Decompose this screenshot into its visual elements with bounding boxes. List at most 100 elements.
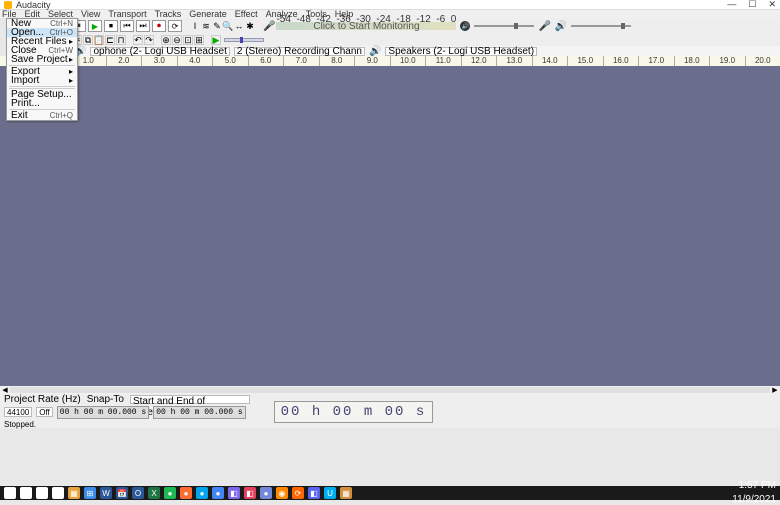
draw-tool-icon[interactable]: ✎ [212,21,222,31]
timeline-ruler[interactable]: 1.02.03.04.05.06.07.08.09.010.011.012.01… [0,56,780,66]
zoom-tool-icon[interactable]: 🔍 [223,21,233,31]
audio-position-time[interactable]: 00 h 00 m 00 s [274,401,434,423]
zoom-out-button[interactable]: ⊖ [172,35,182,45]
play-button[interactable]: ▶ [88,20,102,32]
redo-button[interactable]: ↷ [144,35,154,45]
taskbar-app[interactable]: O [132,487,144,499]
app-icon [4,1,12,9]
multi-tool-icon[interactable]: ✱ [245,21,255,31]
taskbar-app[interactable]: ● [180,487,192,499]
ruler-tick: 4.0 [177,56,213,66]
rec-volume-slider[interactable] [474,25,534,27]
envelope-tool-icon[interactable]: ≋ [201,21,211,31]
taskbar-app[interactable]: ▦ [68,487,80,499]
skip-start-button[interactable]: ⏮ [120,20,134,32]
snap-to-label: Snap-To [87,394,124,405]
menu-view[interactable]: View [81,9,100,19]
taskbar-app[interactable]: ◧ [244,487,256,499]
file-menu-item-import[interactable]: Import▸ [7,76,77,85]
ruler-tick: 10.0 [390,56,426,66]
taskbar-app[interactable]: ○ [20,487,32,499]
track-canvas[interactable] [0,66,780,386]
ruler-tick: 15.0 [567,56,603,66]
copy-button[interactable]: ⧉ [83,35,93,45]
ruler-tick: 8.0 [319,56,355,66]
trim-button[interactable]: ⊏ [105,35,115,45]
taskbar-app[interactable]: ● [196,487,208,499]
file-menu-item-exit[interactable]: ExitCtrl+Q [7,111,77,120]
minimize-button[interactable]: — [727,0,736,10]
menu-effect[interactable]: Effect [235,9,258,19]
menu-tracks[interactable]: Tracks [155,9,182,19]
taskbar-app[interactable]: ✉ [52,487,64,499]
spk-icon: 🔊 [555,21,567,32]
taskbar-app[interactable]: ⊞ [84,487,96,499]
ruler-tick: 20.0 [745,56,780,66]
play-at-speed-button[interactable]: ▶ [211,35,221,45]
zoom-fit-button[interactable]: ⊡ [183,35,193,45]
zoom-in-button[interactable]: ⊕ [161,35,171,45]
taskbar-app[interactable]: ● [260,487,272,499]
close-button[interactable]: ✕ [768,0,776,10]
zoom-toggle-button[interactable]: ⊞ [194,35,204,45]
ruler-tick: 3.0 [141,56,177,66]
snap-to-select[interactable]: Off [36,407,53,417]
ruler-tick: 11.0 [425,56,461,66]
stop-button[interactable]: ⏹ [104,20,118,32]
loop-button[interactable]: ⟳ [168,20,182,32]
ruler-tick: 14.0 [532,56,568,66]
ruler-tick: 7.0 [283,56,319,66]
selection-start-time[interactable]: 00 h 00 m 00.000 s [57,406,149,419]
silence-button[interactable]: ⊓ [116,35,126,45]
menu-transport[interactable]: Transport [108,9,146,19]
taskbar-app[interactable]: W [100,487,112,499]
recording-meter[interactable]: -54-48-42-36-30-24-18-12-60 Click to Sta… [276,22,456,30]
file-menu-item-print-[interactable]: Print... [7,99,77,108]
taskbar-app[interactable]: X [148,487,160,499]
paste-button[interactable]: 📋 [94,35,104,45]
device-toolbar: 🔊 ophone (2- Logi USB Headset 2 (Stereo)… [70,46,780,56]
record-button[interactable]: ⏺ [152,20,166,32]
project-rate-label: Project Rate (Hz) [4,394,81,405]
ruler-tick: 9.0 [354,56,390,66]
skip-end-button[interactable]: ⏭ [136,20,150,32]
taskbar-app[interactable]: ◉ [276,487,288,499]
ruler-tick: 5.0 [212,56,248,66]
ruler-tick: 6.0 [248,56,284,66]
play-volume-slider[interactable] [571,25,631,27]
taskbar-app[interactable]: ⟳ [292,487,304,499]
undo-button[interactable]: ↶ [133,35,143,45]
ruler-tick: 19.0 [709,56,745,66]
selection-end-time[interactable]: 00 h 00 m 00.000 s [153,406,245,419]
ruler-tick: 2.0 [106,56,142,66]
playback-icon: 🔊 [369,46,381,57]
taskbar-app[interactable]: ● [212,487,224,499]
taskbar-app[interactable]: ◧ [228,487,240,499]
recording-device-select[interactable]: ophone (2- Logi USB Headset [90,47,229,56]
edit-toolbar: ✂ ⧉ 📋 ⊏ ⊓ ↶ ↷ ⊕ ⊖ ⊡ ⊞ ▶ [70,34,780,46]
ruler-tick: 16.0 [603,56,639,66]
maximize-button[interactable]: ☐ [748,0,756,10]
taskbar-app[interactable]: 📅 [116,487,128,499]
menu-generate[interactable]: Generate [189,9,227,19]
system-tray[interactable]: 1:57 PM 11/9/2021 [732,481,776,505]
taskbar-app[interactable]: ◧ [36,487,48,499]
channels-select[interactable]: 2 (Stereo) Recording Chann [234,47,365,56]
file-menu-dropdown: NewCtrl+NOpen...Ctrl+ORecent Files▸Close… [6,18,78,121]
project-rate-select[interactable]: 44100 [4,407,32,417]
selection-mode-select[interactable]: Start and End of Selection [130,395,250,404]
ruler-tick: 13.0 [496,56,532,66]
scroll-right-icon[interactable]: ▶ [770,386,780,394]
taskbar-app[interactable]: ● [164,487,176,499]
ruler-tick: 12.0 [461,56,497,66]
timeshift-tool-icon[interactable]: ↔ [234,21,244,31]
taskbar-app[interactable]: U [324,487,336,499]
file-menu-item-save-project[interactable]: Save Project▸ [7,55,77,64]
playback-device-select[interactable]: Speakers (2- Logi USB Headset) [385,47,537,56]
selection-tool-icon[interactable]: I [190,21,200,31]
clock-time: 1:57 PM [739,481,776,491]
taskbar-app[interactable]: ⊞ [4,487,16,499]
taskbar-app[interactable]: ▦ [340,487,352,499]
play-speed-slider[interactable] [224,38,264,42]
taskbar-app[interactable]: ◧ [308,487,320,499]
